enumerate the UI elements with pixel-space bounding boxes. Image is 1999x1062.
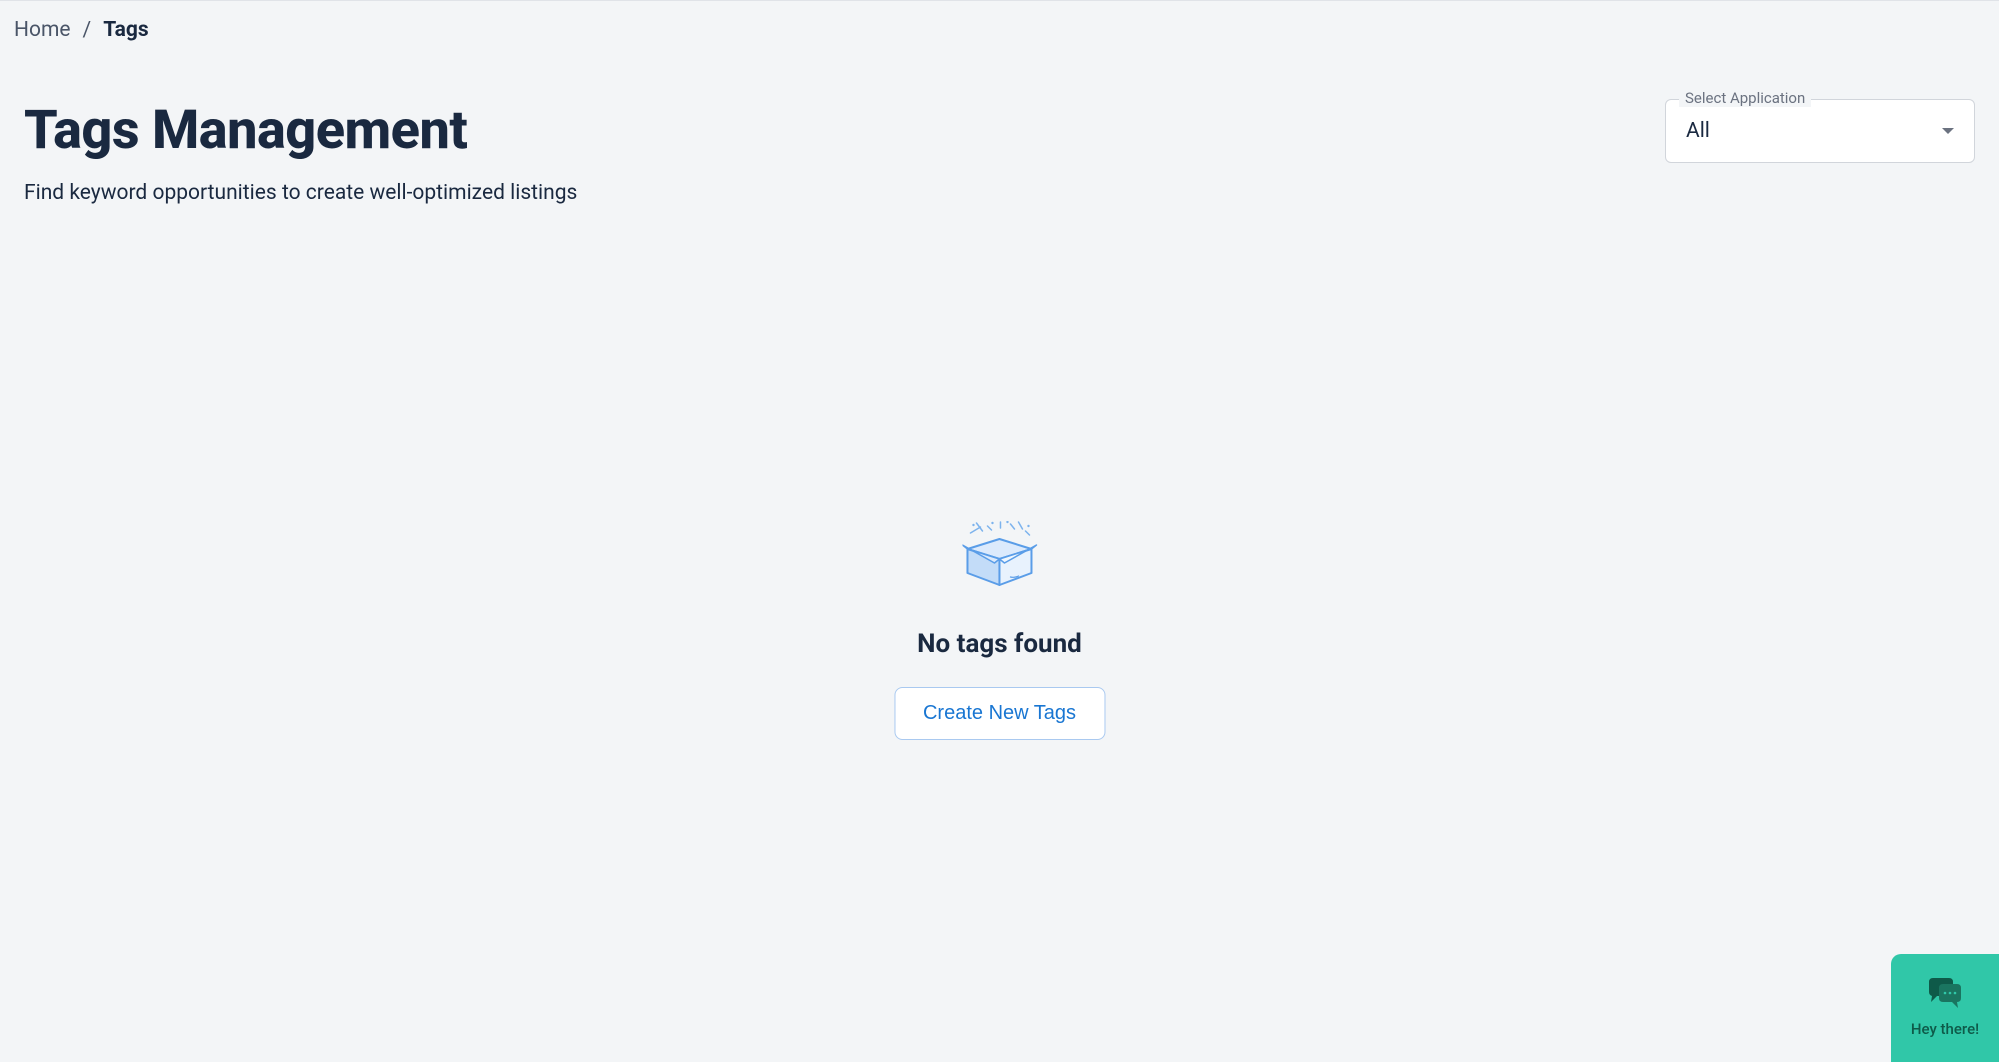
chevron-down-icon (1942, 128, 1954, 134)
breadcrumb-current: Tags (103, 18, 149, 42)
application-select[interactable]: All (1665, 99, 1975, 163)
chat-widget[interactable]: Hey there! (1891, 954, 1999, 1062)
create-new-tags-button[interactable]: Create New Tags (894, 687, 1105, 740)
page-title: Tags Management (24, 99, 467, 162)
chat-widget-label: Hey there! (1911, 1020, 1979, 1038)
page-subtitle: Find keyword opportunities to create wel… (0, 163, 1999, 205)
application-select-value: All (1686, 119, 1710, 143)
page-header: Tags Management Select Application All (0, 59, 1999, 163)
breadcrumb: Home / Tags (0, 1, 1999, 59)
application-select-label: Select Application (1679, 89, 1811, 107)
empty-state-title: No tags found (917, 629, 1082, 659)
empty-box-icon (962, 521, 1037, 597)
application-select-wrapper: Select Application All (1665, 99, 1975, 163)
breadcrumb-home-link[interactable]: Home (14, 18, 71, 42)
chat-bubble-icon (1927, 978, 1963, 1014)
breadcrumb-separator: / (83, 18, 92, 42)
empty-state: No tags found Create New Tags (894, 521, 1105, 740)
